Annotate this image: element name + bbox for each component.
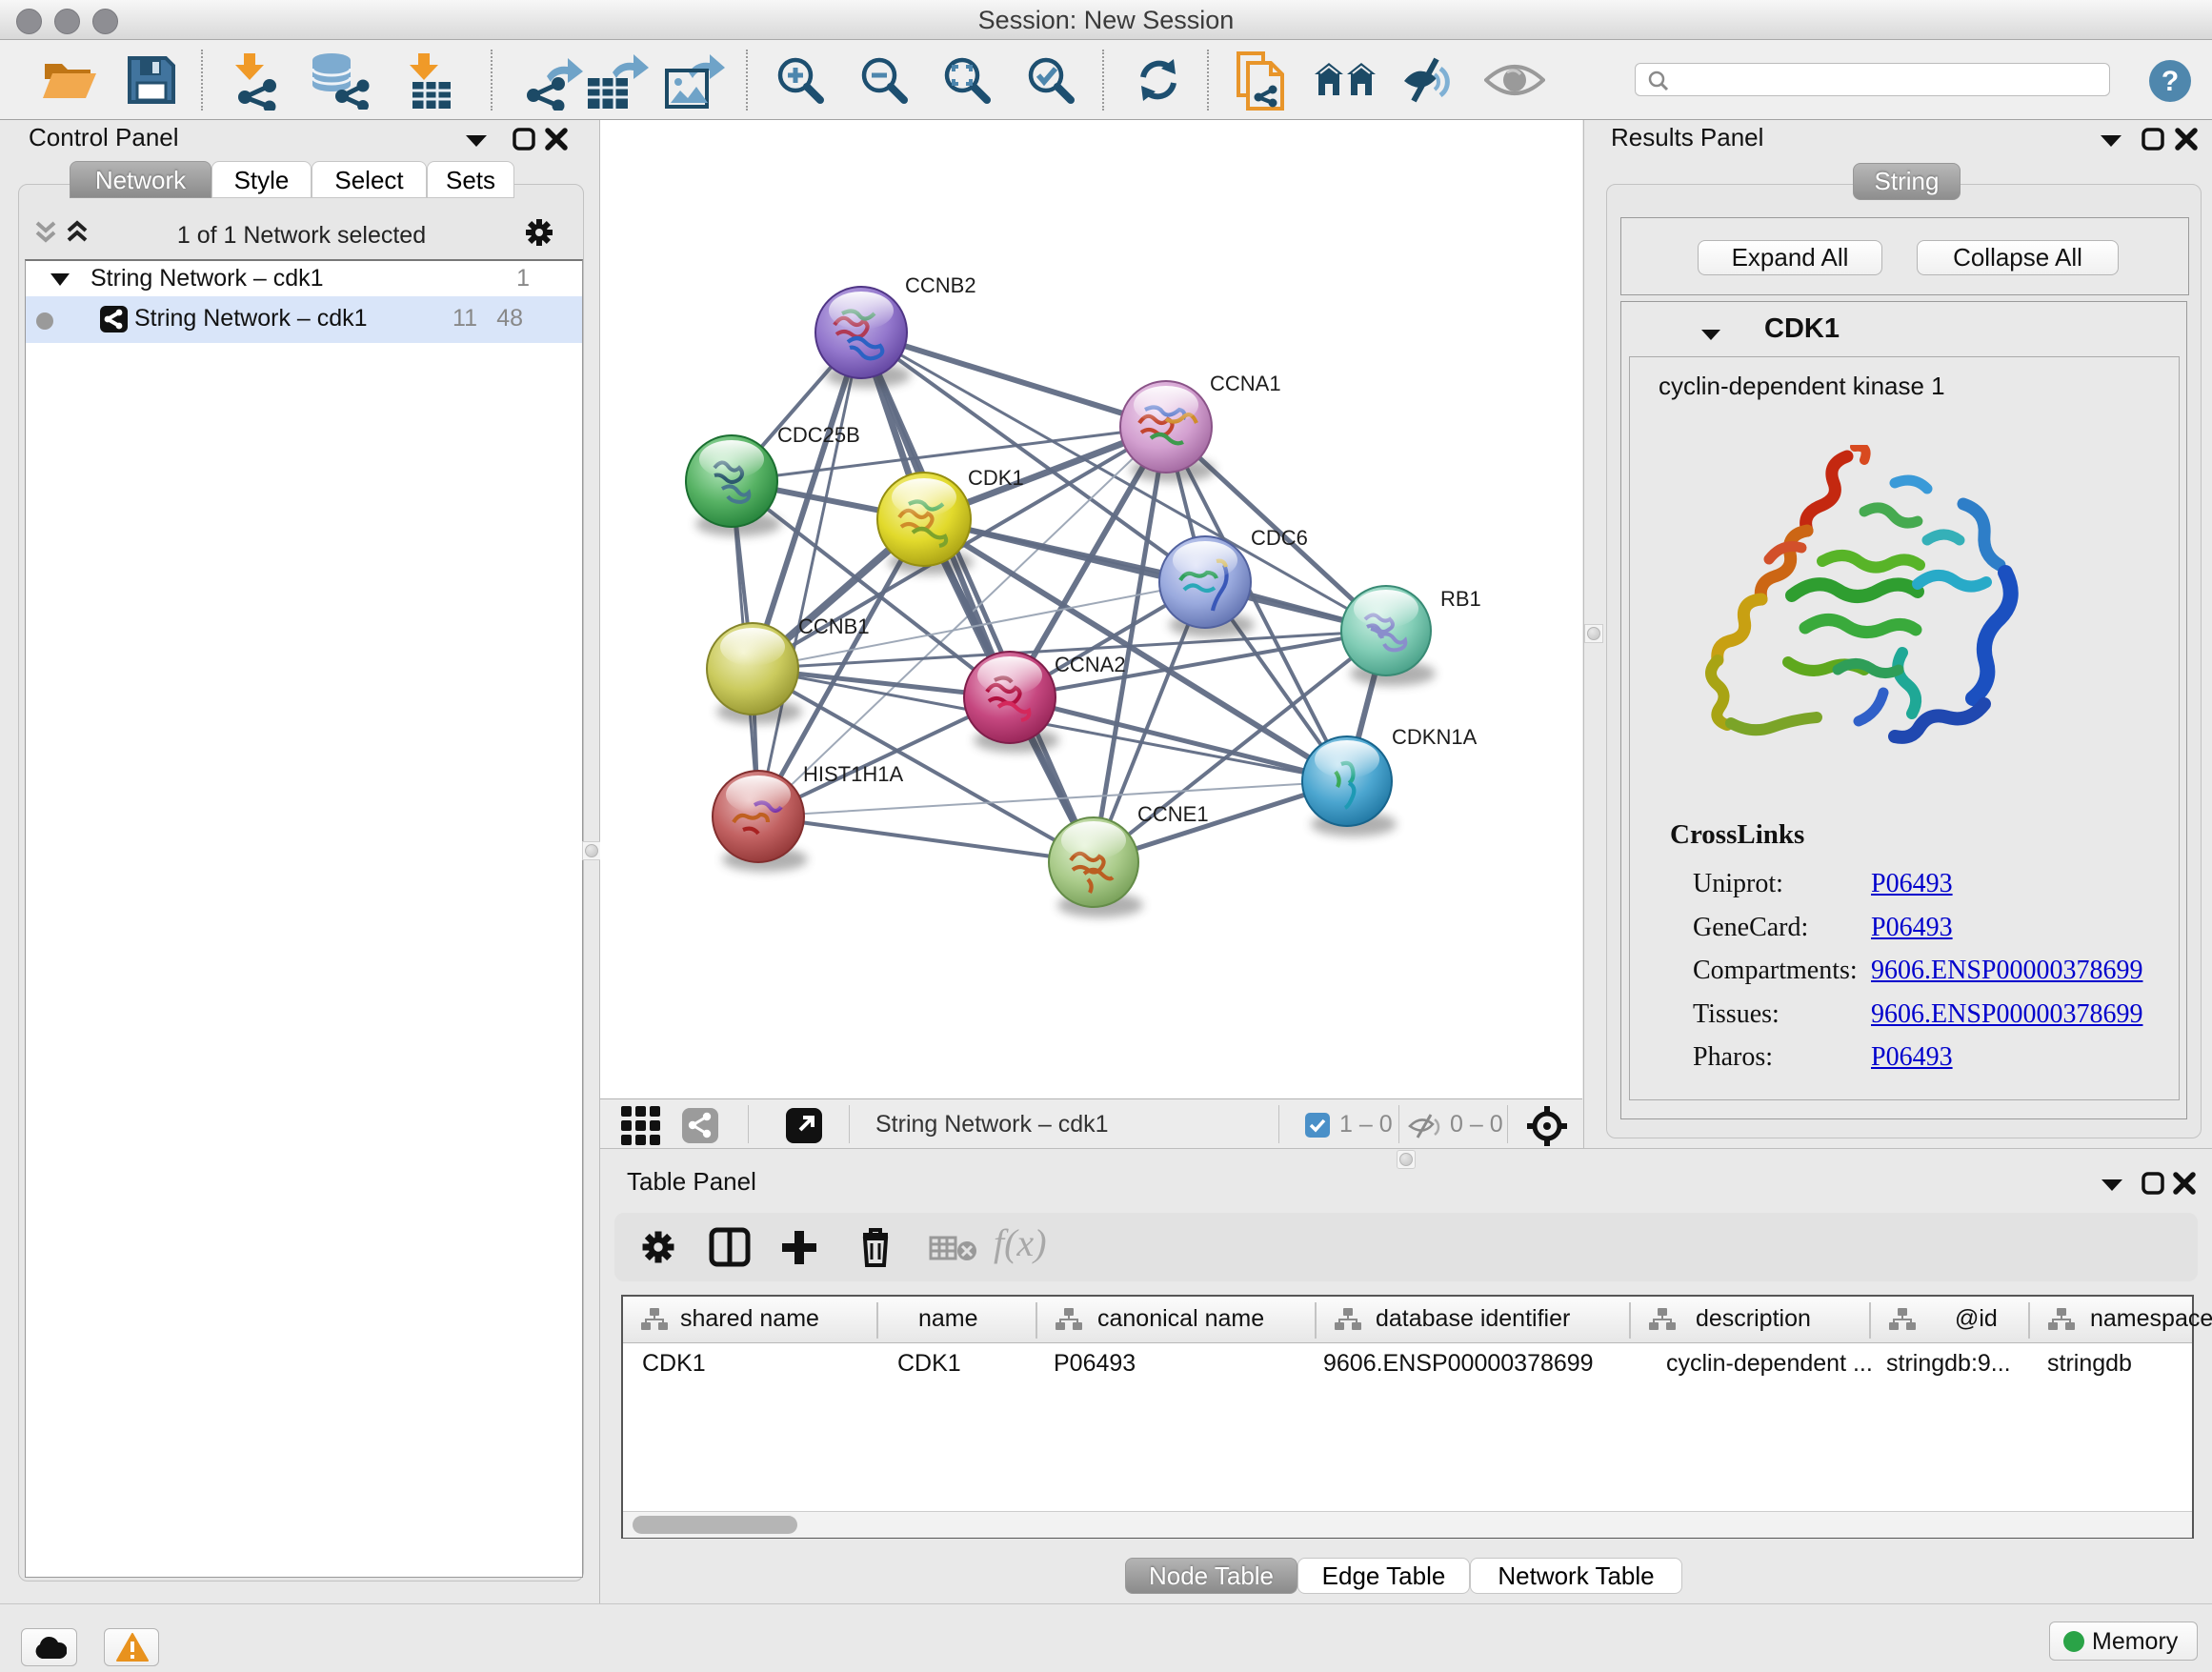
svg-text:RB1: RB1 — [1440, 587, 1481, 611]
svg-text:?: ? — [2162, 66, 2179, 97]
svg-text:CDKN1A: CDKN1A — [1392, 725, 1478, 749]
svg-text:CCNA2: CCNA2 — [1055, 653, 1126, 676]
svg-text:CDK1: CDK1 — [968, 466, 1024, 490]
svg-text:CCNE1: CCNE1 — [1137, 802, 1209, 826]
svg-text:CDC6: CDC6 — [1251, 526, 1308, 550]
svg-text:CCNB2: CCNB2 — [905, 273, 976, 297]
svg-text:HIST1H1A: HIST1H1A — [803, 762, 903, 786]
svg-text:CCNA1: CCNA1 — [1210, 372, 1281, 395]
svg-text:CCNB1: CCNB1 — [798, 614, 870, 638]
svg-text:CDC25B: CDC25B — [777, 423, 860, 447]
